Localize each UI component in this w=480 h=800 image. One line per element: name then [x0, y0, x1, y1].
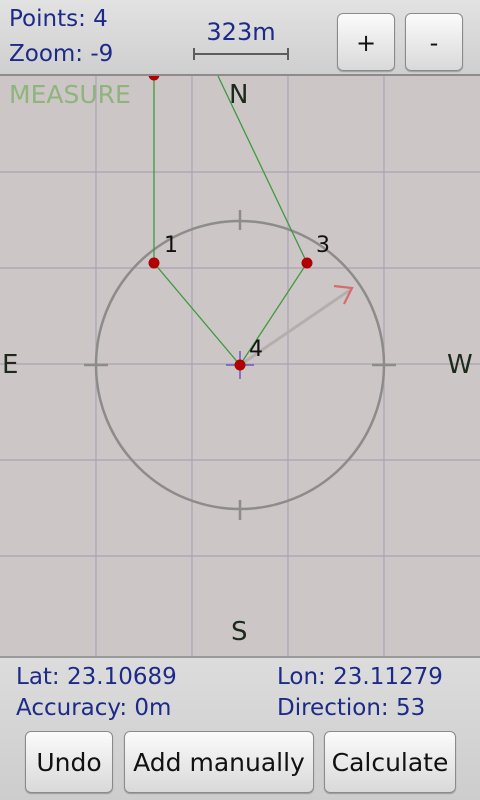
latitude: Lat: 23.10689 — [16, 664, 177, 690]
top-bar: Points: 4 Zoom: -9 323m + - — [0, 0, 480, 76]
zoom-in-label: + — [355, 29, 377, 57]
scale-bar — [193, 48, 289, 60]
undo-button[interactable]: Undo — [25, 731, 113, 793]
zoom-level: Zoom: -9 — [9, 41, 114, 67]
add-manually-label: Add manually — [133, 748, 305, 777]
add-manually-button[interactable]: Add manually — [124, 731, 314, 793]
calculate-label: Calculate — [331, 748, 449, 777]
undo-label: Undo — [36, 748, 102, 777]
accuracy: Accuracy: 0m — [16, 695, 172, 721]
compass-south: S — [231, 617, 248, 647]
point-label-4: 4 — [249, 337, 263, 362]
points-count: Points: 4 — [9, 6, 108, 32]
point-label-1: 1 — [164, 233, 178, 258]
bottom-bar: Lat: 23.10689 Lon: 23.11279 Accuracy: 0m… — [0, 656, 480, 800]
compass-north: N — [229, 80, 249, 110]
map-canvas — [0, 76, 480, 656]
zoom-in-button[interactable]: + — [337, 13, 395, 71]
longitude: Lon: 23.11279 — [277, 664, 443, 690]
mode-label: MEASURE — [9, 80, 131, 109]
scale-label: 323m — [206, 18, 276, 46]
direction: Direction: 53 — [277, 695, 426, 721]
map-view[interactable] — [0, 76, 480, 656]
zoom-out-button[interactable]: - — [405, 13, 463, 71]
compass-west: W — [447, 350, 473, 380]
point-label-3: 3 — [316, 233, 330, 258]
zoom-out-label: - — [429, 29, 439, 57]
calculate-button[interactable]: Calculate — [324, 731, 456, 793]
compass-east: E — [2, 350, 19, 380]
